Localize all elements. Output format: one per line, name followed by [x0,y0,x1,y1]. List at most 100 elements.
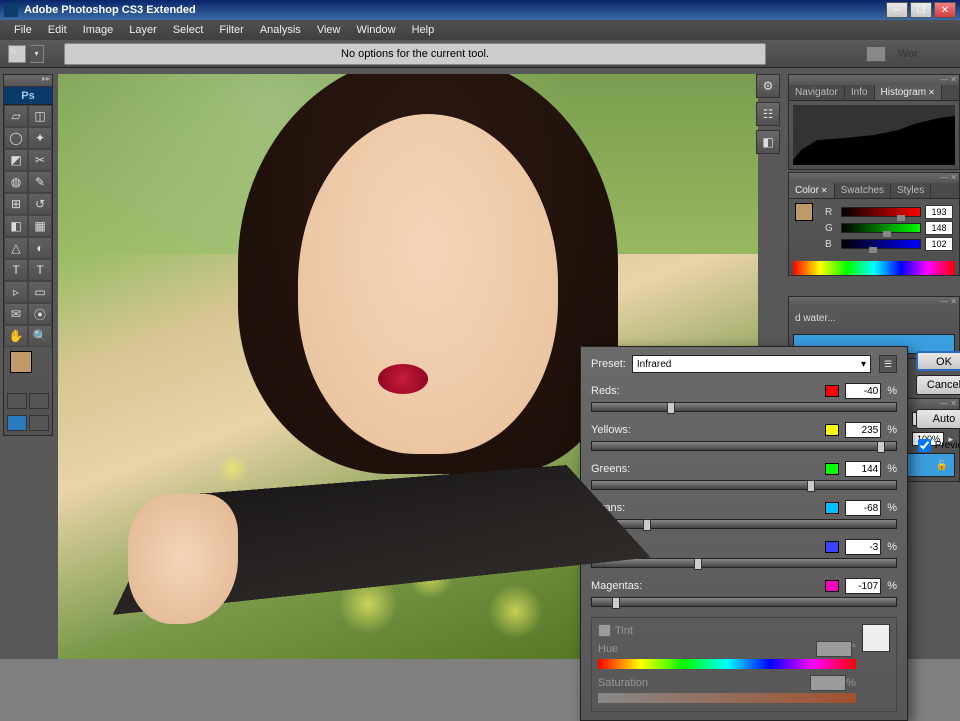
path-tool[interactable]: ▹ [4,281,28,303]
menu-view[interactable]: View [309,24,349,36]
ok-button[interactable]: OK [916,351,960,371]
screen-mode-button[interactable] [7,415,27,431]
channel-value-input[interactable] [845,578,881,594]
r-value[interactable]: 193 [925,205,953,219]
gradient-tool[interactable]: ▦ [28,215,52,237]
pct-label: % [887,502,897,514]
standard-mode-button[interactable] [7,393,27,409]
r-slider[interactable] [841,207,921,217]
tab-info[interactable]: Info [845,85,875,100]
screen-mode-alt-button[interactable] [29,415,49,431]
channel-slider[interactable] [591,597,897,607]
tool-preset-dropdown[interactable]: ▾ [30,45,44,63]
workspace-icon[interactable] [866,46,886,62]
panel-icon-2[interactable]: ☷ [756,102,780,126]
preset-dropdown[interactable]: Infrared ▾ [632,355,871,373]
app-icon [4,3,18,17]
channel-label: Yellows: [591,424,631,436]
channel-slider[interactable] [591,558,897,568]
move-tool[interactable]: ▱ [4,105,28,127]
hue-input[interactable] [816,641,852,657]
eyedropper-tool-icon[interactable]: ✎ [8,45,26,63]
channel-slider[interactable] [591,402,897,412]
tint-checkbox-label[interactable]: Tint [598,624,856,637]
panel-grip[interactable]: — ✕ [789,75,959,85]
tab-color[interactable]: Color✕ [789,183,835,198]
palette-grip[interactable] [4,75,52,87]
spectrum-bar[interactable] [793,261,955,275]
hue-slider[interactable] [598,659,856,669]
menu-help[interactable]: Help [404,24,443,36]
blur-tool[interactable]: △ [4,237,28,259]
hand-tool[interactable]: ✋ [4,325,28,347]
g-value[interactable]: 148 [925,221,953,235]
tab-swatches[interactable]: Swatches [835,183,891,198]
tint-swatch[interactable] [862,624,890,652]
maximize-button[interactable]: ☐ [910,2,932,18]
preview-checkbox[interactable] [918,439,931,452]
tab-navigator[interactable]: Navigator [789,85,845,100]
panel-icon-1[interactable]: ⚙ [756,74,780,98]
tab-styles[interactable]: Styles [891,183,931,198]
tools-palette: Ps ▱ ◫ ◯ ✦ ◩ ✂ ◍ ✎ ⊞ ↺ ◧ ▦ △ ◐ T T ▹ ▭ ✉… [3,74,53,436]
dodge-tool[interactable]: ◐ [28,237,52,259]
channel-value-input[interactable] [845,383,881,399]
shape-tool[interactable]: ▭ [28,281,52,303]
channel-value-input[interactable] [845,422,881,438]
menu-select[interactable]: Select [165,24,212,36]
marquee-tool[interactable]: ◫ [28,105,52,127]
b-value[interactable]: 102 [925,237,953,251]
close-button[interactable]: ✕ [934,2,956,18]
quickmask-mode-button[interactable] [29,393,49,409]
menu-analysis[interactable]: Analysis [252,24,309,36]
tint-checkbox[interactable] [598,624,611,637]
zoom-tool[interactable]: 🔍 [28,325,52,347]
menu-image[interactable]: Image [75,24,122,36]
auto-button[interactable]: Auto [916,409,960,429]
channel-slider[interactable] [591,480,897,490]
history-brush-tool[interactable]: ↺ [28,193,52,215]
b-slider[interactable] [841,239,921,249]
channel-value-input[interactable] [845,500,881,516]
eyedropper-tool[interactable]: ⦿ [28,303,52,325]
panel-grip[interactable]: — ✕ [789,173,959,183]
dropdown-arrow-icon: ▾ [861,359,866,370]
fg-bg-colors[interactable] [10,351,46,387]
channel-value-input[interactable] [845,539,881,555]
foreground-color[interactable] [10,351,32,373]
type-tool[interactable]: T [28,259,52,281]
sat-label: Saturation [598,677,654,689]
sat-input[interactable] [810,675,846,691]
crop-tool[interactable]: ◩ [4,149,28,171]
panel-icon-3[interactable]: ◧ [756,130,780,154]
pen-tool[interactable]: T [4,259,28,281]
notes-tool[interactable]: ✉ [4,303,28,325]
collapsed-panel-icons: ⚙ ☷ ◧ [756,74,784,158]
stamp-tool[interactable]: ⊞ [4,193,28,215]
channel-slider[interactable] [591,519,897,529]
dialog-side-buttons: OK Cancel Auto Preview [913,351,960,452]
channel-slider[interactable] [591,441,897,451]
menu-filter[interactable]: Filter [211,24,251,36]
menu-file[interactable]: File [6,24,40,36]
channel-value-input[interactable] [845,461,881,477]
heal-tool[interactable]: ◍ [4,171,28,193]
sat-slider[interactable] [598,693,856,703]
tab-histogram[interactable]: Histogram✕ [875,85,942,100]
minimize-button[interactable]: ─ [886,2,908,18]
menu-edit[interactable]: Edit [40,24,75,36]
g-slider[interactable] [841,223,921,233]
preview-row[interactable]: Preview [918,439,960,452]
panel-grip[interactable]: — ✕ [789,297,959,307]
brush-tool[interactable]: ✎ [28,171,52,193]
lasso-tool[interactable]: ◯ [4,127,28,149]
slice-tool[interactable]: ✂ [28,149,52,171]
wand-tool[interactable]: ✦ [28,127,52,149]
menu-window[interactable]: Window [348,24,403,36]
color-fg-swatch[interactable] [795,203,813,221]
cancel-button[interactable]: Cancel [916,375,960,395]
channel-greens: Greens:% [591,461,897,490]
preset-menu-button[interactable]: ☰ [879,355,897,373]
eraser-tool[interactable]: ◧ [4,215,28,237]
menu-layer[interactable]: Layer [121,24,165,36]
